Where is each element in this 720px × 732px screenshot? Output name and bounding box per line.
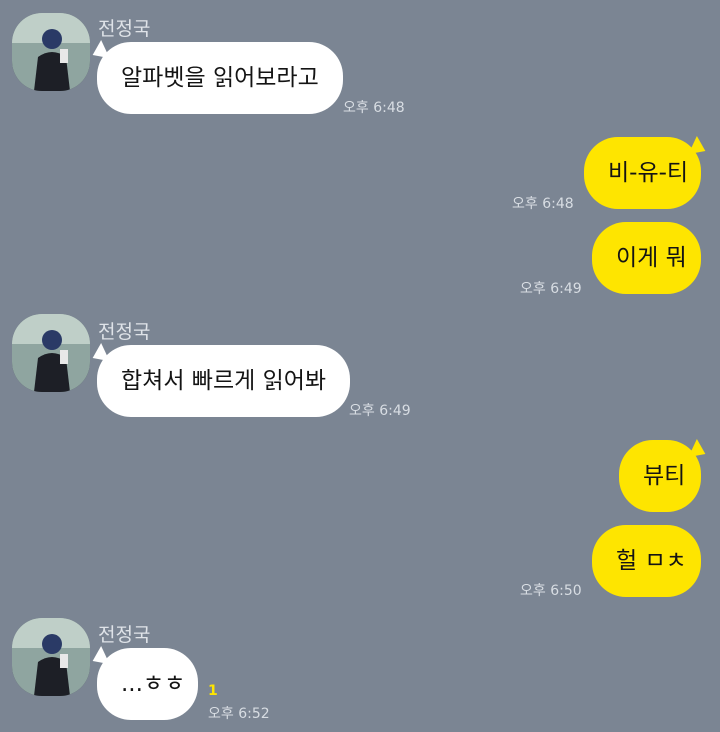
message-time: 오후 6:48: [343, 100, 405, 116]
avatar[interactable]: [12, 314, 90, 392]
profile-photo-icon: [12, 618, 90, 696]
message-bubble[interactable]: 뷰티: [619, 440, 701, 512]
message-time: 오후 6:49: [520, 281, 582, 297]
profile-photo-icon: [12, 314, 90, 392]
message-bubble[interactable]: 비-유-티: [584, 137, 701, 209]
sender-name: 전정국: [98, 321, 151, 343]
message-bubble[interactable]: 헐 ㅁㅊ: [592, 525, 701, 597]
message-time: 오후 6:50: [520, 583, 582, 599]
message-bubble[interactable]: ...ㅎㅎ: [97, 648, 198, 720]
message-bubble[interactable]: 이게 뭐: [592, 222, 701, 294]
avatar[interactable]: [12, 13, 90, 91]
message-bubble[interactable]: 합쳐서 빠르게 읽어봐: [97, 345, 351, 417]
message-time: 오후 6:49: [349, 403, 411, 419]
message-time: 오후 6:48: [512, 196, 574, 212]
sender-name: 전정국: [98, 18, 151, 40]
sender-name: 전정국: [98, 624, 151, 646]
message-time: 오후 6:52: [208, 706, 270, 722]
message-bubble[interactable]: 알파벳을 읽어보라고: [97, 42, 343, 114]
avatar[interactable]: [12, 618, 90, 696]
profile-photo-icon: [12, 13, 90, 91]
unread-count: 1: [208, 683, 218, 699]
